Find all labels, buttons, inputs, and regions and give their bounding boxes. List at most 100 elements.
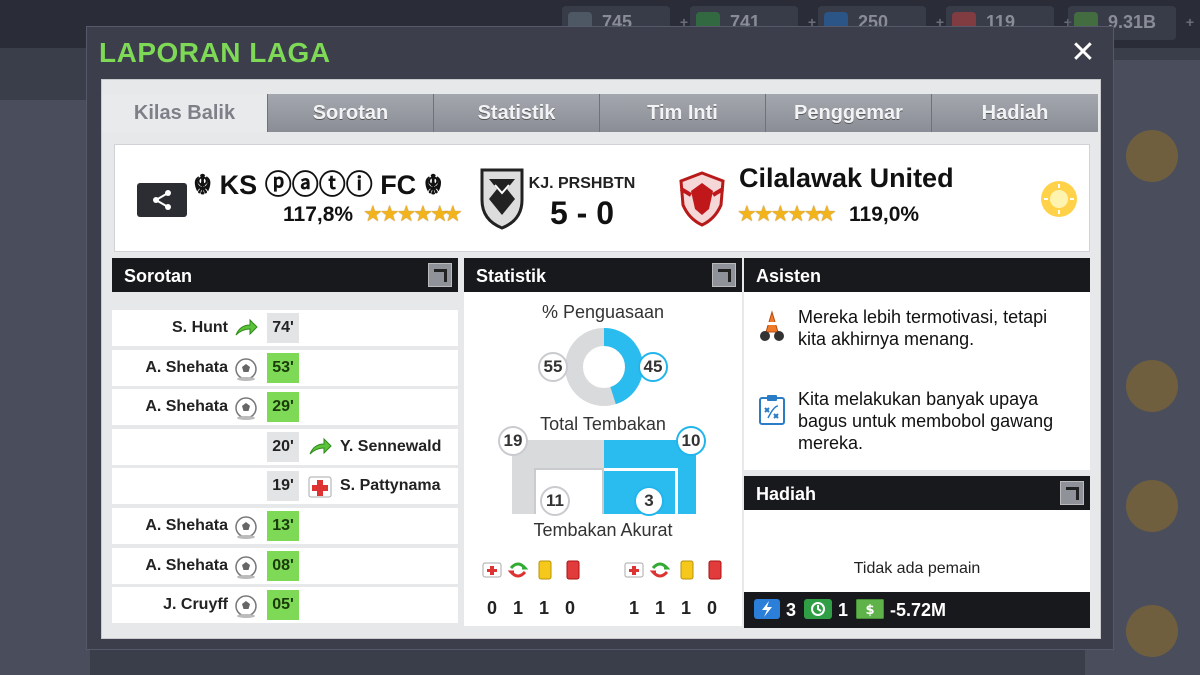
rewards-header: Hadiah — [744, 476, 1090, 510]
coin-icon — [1126, 480, 1178, 532]
tab-statistik[interactable]: Statistik — [434, 94, 600, 132]
tab-kilas-balik[interactable]: Kilas Balik — [102, 94, 268, 132]
no-player-message: Tidak ada pemain — [853, 560, 981, 577]
home-sub-count: 1 — [512, 598, 523, 618]
away-yellow-count: 1 — [680, 598, 691, 618]
home-shots-value: 19 — [498, 426, 528, 456]
injury-icon — [624, 562, 644, 578]
highlight-row: 74' S. Hunt — [112, 310, 458, 346]
highlights-header: Sorotan — [112, 258, 458, 292]
training-icon — [804, 599, 832, 619]
on-target-label: Tembakan Akurat — [533, 520, 673, 540]
home-team-rating: 117,8% — [283, 203, 354, 226]
substitution-arrow-icon — [309, 437, 332, 455]
assistant-card: Asisten Mereka lebih termotivasi, tetapi… — [744, 258, 1090, 470]
match-header: ☬ KS ⓟⓐⓣⓘ FC ☬ 117,8% ★★★★★ ★ KJ. PRSHBT… — [114, 144, 1090, 252]
ball-icon — [235, 595, 257, 619]
highlight-player: S. Pattynama — [340, 477, 441, 495]
highlight-row: 13' A. Shehata — [112, 508, 458, 544]
away-sub-count: 1 — [654, 598, 665, 618]
away-team-name: Cilalawak United — [739, 163, 954, 193]
highlight-player: A. Shehata — [145, 556, 228, 574]
tab-hadiah[interactable]: Hadiah — [932, 94, 1098, 132]
tab-bar: Kilas Balik Sorotan Statistik Tim Inti P… — [102, 94, 1102, 132]
substitution-arrow-icon — [235, 318, 258, 336]
away-crest-icon — [679, 171, 725, 227]
match-report-modal: LAPORAN LAGA ✕ Kilas Balik Sorotan Stati… — [86, 26, 1114, 650]
rewards-expand-button[interactable] — [1060, 481, 1084, 505]
away-red-count: 0 — [706, 598, 717, 618]
highlights-card: Sorotan 74' S. Hunt 53' A. Shehata 29' A. She… — [112, 258, 458, 626]
home-star-rating: ★★★★★ — [363, 201, 450, 226]
rewards-card: Hadiah Tidak ada pemain 3 1 $ -5.72M — [744, 476, 1090, 628]
svg-text:$: $ — [865, 603, 874, 618]
highlight-minute: 08' — [267, 550, 299, 581]
away-injury-count: 1 — [628, 598, 639, 618]
highlight-row: 19' S. Pattynama — [112, 468, 458, 505]
highlight-row: 08' A. Shehata — [112, 547, 458, 584]
match-score: 5 - 0 — [549, 195, 615, 231]
highlight-row: 29' A. Shehata — [112, 389, 458, 426]
cash-icon: $ — [856, 599, 884, 619]
stats-card: Statistik % Penguasaan 55 45 Total Temba… — [464, 258, 742, 626]
yellow-card-icon — [680, 560, 694, 580]
coin-icon — [1126, 130, 1178, 182]
highlight-minute: 29' — [267, 392, 299, 423]
home-team-name: ☬ KS ⓟⓐⓣⓘ FC ☬ — [193, 170, 443, 200]
highlight-minute: 20' — [267, 431, 299, 462]
injury-icon — [308, 476, 332, 498]
highlight-player: A. Shehata — [145, 358, 228, 376]
tab-sorotan[interactable]: Sorotan — [268, 94, 434, 132]
close-button[interactable]: ✕ — [1065, 35, 1101, 71]
training-reward-value: 1 — [838, 600, 849, 620]
highlight-player: J. Cruyff — [163, 596, 228, 614]
assistant-header: Asisten — [744, 258, 1090, 292]
coin-icon — [1126, 605, 1178, 657]
possession-donut — [565, 328, 643, 406]
sun-icon — [1041, 181, 1077, 217]
red-card-icon — [566, 560, 580, 580]
highlight-player: S. Hunt — [172, 319, 228, 336]
highlight-player: Y. Sennewald — [340, 437, 442, 455]
tab-tim-inti[interactable]: Tim Inti — [600, 94, 766, 132]
highlights-expand-button[interactable] — [428, 263, 452, 287]
home-crest-icon — [480, 168, 524, 230]
modal-title: LAPORAN LAGA — [99, 37, 331, 68]
ball-icon — [235, 397, 257, 421]
highlight-row: 05' J. Cruyff — [112, 587, 458, 624]
background-left-panel — [0, 100, 90, 675]
energy-reward-value: 3 — [786, 600, 797, 620]
assistant-tip-2: Kita melakukan banyak upaya bagus untuk … — [798, 389, 1054, 453]
highlight-minute: 13' — [267, 511, 299, 541]
assistant-tip-1: Mereka lebih termotivasi, tetapi kita ak… — [798, 307, 1048, 349]
highlight-player: A. Shehata — [145, 517, 228, 534]
away-possession-value: 45 — [638, 352, 668, 382]
away-on-target-value: 3 — [634, 486, 664, 516]
away-star-extra: ★ — [817, 201, 837, 226]
home-red-count: 0 — [564, 598, 575, 618]
highlight-minute: 19' — [267, 471, 299, 502]
substitution-icon — [508, 562, 528, 578]
highlight-minute: 74' — [267, 313, 299, 343]
home-on-target-value: 11 — [540, 486, 570, 516]
coin-icon — [1126, 360, 1178, 412]
share-icon — [153, 190, 171, 210]
injury-icon — [482, 562, 502, 578]
cash-reward-value: -5.72M — [890, 600, 947, 620]
away-team-rating: 119,0% — [849, 203, 920, 226]
away-shots-value: 10 — [676, 426, 706, 456]
stats-header: Statistik — [464, 258, 742, 292]
motivation-icon — [760, 310, 784, 341]
ball-icon — [235, 357, 257, 381]
tab-penggemar[interactable]: Penggemar — [766, 94, 932, 132]
substitution-icon — [650, 562, 670, 578]
home-card-icons — [482, 558, 612, 582]
yellow-card-icon — [538, 560, 552, 580]
competition-label: KJ. PRSHBTN — [528, 175, 636, 192]
away-card-icons — [624, 558, 754, 582]
home-star-extra: ★ — [443, 201, 463, 226]
share-button[interactable] — [137, 183, 187, 217]
away-star-rating: ★★★★★ — [737, 201, 824, 226]
stats-expand-button[interactable] — [712, 263, 736, 287]
home-injury-count: 0 — [486, 598, 497, 618]
